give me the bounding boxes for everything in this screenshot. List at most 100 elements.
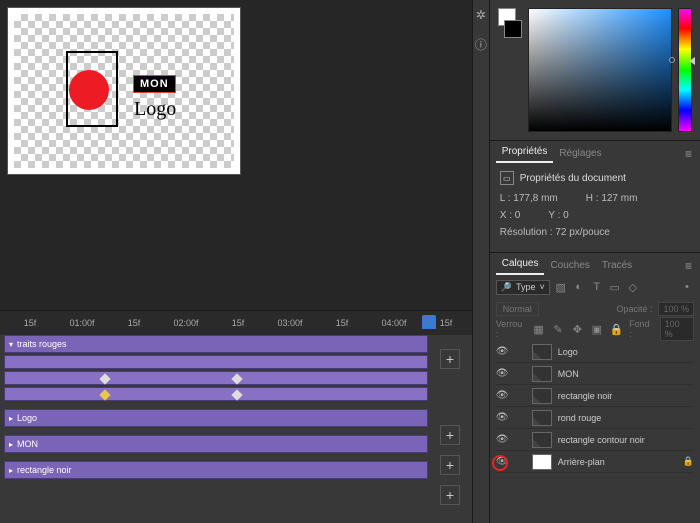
hue-handle[interactable] — [689, 57, 695, 65]
mon-text[interactable]: MON — [134, 76, 175, 92]
tab-calques[interactable]: Calques — [496, 254, 545, 275]
visibility-icon[interactable]: 👁 — [496, 456, 508, 467]
canvas-area[interactable]: MON Logo — [0, 0, 472, 310]
color-picker-handle[interactable] — [669, 57, 675, 63]
logo-text[interactable]: Logo — [134, 98, 176, 121]
chevron-right-icon[interactable]: ▸ — [9, 414, 13, 423]
visibility-icon[interactable]: 👁 — [496, 346, 508, 357]
track-label: traits rouges — [17, 339, 67, 349]
tab-traces[interactable]: Tracés — [596, 256, 638, 275]
visibility-icon[interactable]: 👁 — [496, 434, 508, 445]
filter-smart-icon[interactable]: ◇ — [626, 281, 640, 294]
lock-artboard-icon[interactable]: ▣ — [590, 323, 603, 336]
track-logo[interactable]: ▸ Logo — [4, 409, 428, 427]
lock-fond-row: Verrou : ▦ ✎ ✥ ▣ 🔒 Fond : 100 % — [490, 319, 700, 339]
fond-value[interactable]: 100 % — [660, 317, 694, 341]
layer-thumb[interactable] — [532, 454, 552, 470]
chevron-down-icon[interactable]: ▾ — [9, 340, 13, 349]
track-traits-rouges[interactable]: ▾ traits rouges — [4, 335, 428, 353]
blend-opacity-row: Normal Opacité : 100 % — [490, 299, 700, 319]
layer-row[interactable]: 👁 rectangle contour noir — [496, 429, 694, 451]
layer-thumb[interactable] — [532, 410, 552, 426]
prop-Y: Y : 0 — [548, 210, 568, 221]
prop-resolution: Résolution : 72 px/pouce — [500, 227, 610, 238]
panel-menu-icon[interactable]: ≡ — [683, 145, 694, 163]
keyframe[interactable] — [99, 373, 110, 384]
add-track-button[interactable]: + — [440, 485, 460, 505]
filter-adjust-icon[interactable]: ◐ — [572, 281, 586, 293]
layers-tabs: Calques Couches Tracés ≡ — [490, 253, 700, 275]
track-sub[interactable] — [4, 355, 428, 369]
ruler-tick: 04:00f — [368, 318, 420, 328]
layer-thumb[interactable] — [532, 366, 552, 382]
tab-couches[interactable]: Couches — [544, 256, 595, 275]
tracks-container: ▾ traits rouges + ▸ Logo + ▸ MON + — [0, 335, 472, 523]
track-sub[interactable] — [4, 387, 428, 401]
red-circle[interactable] — [69, 70, 109, 110]
chevron-right-icon[interactable]: ▸ — [9, 466, 13, 475]
chevron-right-icon[interactable]: ▸ — [9, 440, 13, 449]
layer-row[interactable]: 👁 Logo — [496, 341, 694, 363]
ruler-tick: 15f — [212, 318, 264, 328]
timeline-panel: 15f 01:00f 15f 02:00f 15f 03:00f 15f 04:… — [0, 310, 472, 523]
filter-type-icon[interactable]: T — [590, 281, 604, 293]
tab-reglages[interactable]: Réglages — [553, 144, 607, 163]
hue-slider[interactable] — [678, 8, 692, 132]
keyframe[interactable] — [99, 389, 110, 400]
filter-image-icon[interactable]: ▧ — [554, 281, 568, 294]
add-track-button[interactable]: + — [440, 425, 460, 445]
document-icon: ▭ — [500, 171, 514, 185]
doc-properties-label: Propriétés du document — [520, 173, 626, 184]
swatch-pair[interactable] — [498, 8, 522, 132]
filter-shape-icon[interactable]: ▭ — [608, 281, 622, 294]
layer-row[interactable]: 👁 Arrière-plan 🔒 — [496, 451, 694, 473]
timeline-ruler[interactable]: 15f 01:00f 15f 02:00f 15f 03:00f 15f 04:… — [0, 311, 472, 335]
ruler-tick: 15f — [108, 318, 160, 328]
right-tool-strip: ✲ ⓘ — [472, 0, 489, 523]
keyframe[interactable] — [231, 373, 242, 384]
lock-brush-icon[interactable]: ✎ — [551, 323, 564, 336]
doc-properties-header: ▭ Propriétés du document — [500, 171, 690, 185]
panel-menu-icon[interactable]: ≡ — [683, 257, 694, 275]
keyframe[interactable] — [231, 389, 242, 400]
track-label: rectangle noir — [17, 465, 72, 475]
helm-icon[interactable]: ✲ — [476, 8, 486, 22]
track-sub[interactable] — [4, 371, 428, 385]
layer-thumb[interactable] — [532, 388, 552, 404]
blend-mode-select[interactable]: Normal — [496, 302, 539, 316]
track-mon[interactable]: ▸ MON — [4, 435, 428, 453]
layer-name: rond rouge — [558, 413, 602, 423]
filter-type-select[interactable]: 🔎 Type ˅ — [496, 280, 550, 295]
track-rectangle-noir[interactable]: ▸ rectangle noir — [4, 461, 428, 479]
background-swatch[interactable] — [504, 20, 522, 38]
canvas-frame: MON Logo — [8, 8, 240, 174]
layer-row[interactable]: 👁 MON — [496, 363, 694, 385]
layer-name: Logo — [558, 347, 578, 357]
layer-row[interactable]: 👁 rond rouge — [496, 407, 694, 429]
opacity-value[interactable]: 100 % — [658, 302, 694, 316]
tab-properties[interactable]: Propriétés — [496, 142, 554, 163]
visibility-icon[interactable]: 👁 — [496, 412, 508, 423]
lock-move-icon[interactable]: ✥ — [571, 323, 584, 336]
prop-X: X : 0 — [500, 210, 521, 221]
ruler-tick: 15f — [316, 318, 368, 328]
layer-name: rectangle noir — [558, 391, 613, 401]
visibility-icon[interactable]: 👁 — [496, 390, 508, 401]
lock-pixels-icon[interactable]: ▦ — [532, 323, 545, 336]
color-field[interactable] — [528, 8, 672, 132]
highlight-ring — [492, 455, 508, 471]
layer-list: 👁 Logo 👁 MON 👁 rectangle noir 👁 — [490, 339, 700, 523]
info-icon[interactable]: ⓘ — [475, 36, 487, 53]
lock-icon[interactable]: 🔒 — [683, 456, 694, 467]
filter-toggle[interactable]: • — [680, 281, 694, 293]
visibility-icon[interactable]: 👁 — [496, 368, 508, 379]
ruler-tick: 02:00f — [160, 318, 212, 328]
layer-row[interactable]: 👁 rectangle noir — [496, 385, 694, 407]
layer-thumb[interactable] — [532, 432, 552, 448]
lock-all-icon[interactable]: 🔒 — [609, 323, 623, 336]
layer-thumb[interactable] — [532, 344, 552, 360]
track-label: MON — [17, 439, 38, 449]
add-track-button[interactable]: + — [440, 455, 460, 475]
playhead[interactable] — [422, 315, 436, 329]
add-track-button[interactable]: + — [440, 349, 460, 369]
